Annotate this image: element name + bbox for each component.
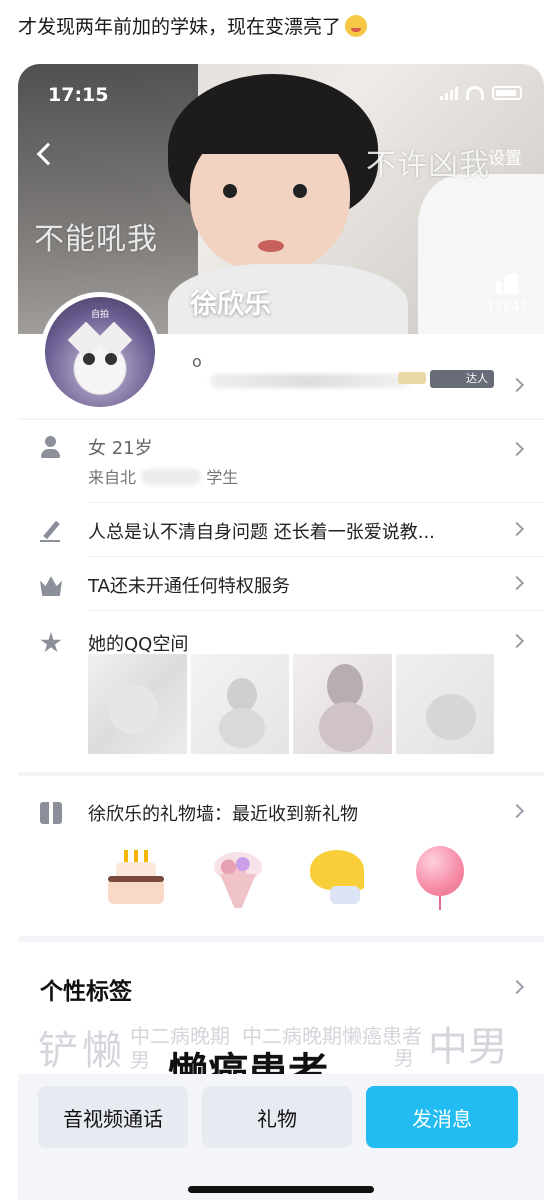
qzone-photos[interactable]: [88, 654, 494, 754]
basic-info-line2: 来自北: [88, 468, 137, 487]
basic-info-line1: 女 21岁: [88, 438, 153, 459]
like-count: 11841: [486, 300, 528, 315]
level-dot: o: [192, 352, 202, 371]
chevron-right-icon: [509, 575, 525, 591]
tag-word: 懒: [82, 1028, 122, 1074]
crown-icon: [40, 576, 62, 596]
expert-badge: 达人: [430, 370, 494, 388]
ginkgo-leaf-icon[interactable]: [306, 846, 370, 910]
qzone-photo[interactable]: [88, 654, 187, 754]
tag-word: 中男: [428, 1024, 508, 1070]
qzone-title: 她的QQ空间: [88, 634, 189, 655]
battery-icon: [492, 86, 522, 100]
thumbs-up-icon: [496, 272, 519, 294]
gift-button[interactable]: 礼物: [202, 1086, 352, 1148]
level-icons-blurred: [210, 374, 410, 388]
cover-overlay-left: 不能吼我: [34, 222, 158, 257]
basic-info-line2-tail: 学生: [206, 468, 239, 487]
signature-text: 人总是认不清自身问题 还长着一张爱说教...: [88, 522, 435, 543]
wifi-icon: [466, 86, 484, 100]
star-icon: [40, 632, 62, 653]
qzone-photo[interactable]: [293, 654, 392, 754]
avatar[interactable]: 自拍: [40, 292, 160, 412]
profile-name: 徐欣乐: [190, 289, 271, 320]
send-message-button[interactable]: 发消息: [366, 1086, 518, 1148]
privilege-row[interactable]: TA还未开通任何特权服务: [18, 558, 544, 610]
tag-word: 铲: [38, 1028, 78, 1074]
chevron-right-icon: [509, 803, 525, 819]
tag-word: 男: [130, 1048, 150, 1072]
signal-icon: [440, 86, 458, 100]
caption-text: 才发现两年前加的学妹，现在变漂亮了: [18, 16, 342, 38]
flower-bouquet-icon[interactable]: [206, 846, 270, 910]
phone-screenshot: 不能吼我 不许凶我 17:15 设置 11841 徐欣乐 自拍 o 达人 女 2…: [18, 64, 544, 1200]
yum-emoji-icon: [345, 15, 368, 37]
like-button[interactable]: 11841: [487, 272, 528, 315]
gift-icon: [40, 802, 62, 824]
chevron-right-icon: [509, 633, 525, 649]
gift-wall-row[interactable]: 徐欣乐的礼物墙：最近收到新礼物: [18, 786, 544, 838]
basic-info-row[interactable]: 女 21岁 来自北 学生: [18, 420, 544, 498]
birthday-cake-icon[interactable]: [104, 846, 168, 910]
signature-row[interactable]: 人总是认不清自身问题 还长着一张爱说教...: [18, 504, 544, 556]
chevron-right-icon: [509, 441, 525, 457]
qzone-photo[interactable]: [190, 654, 289, 754]
tag-word: 男: [394, 1046, 414, 1070]
person-icon: [40, 436, 62, 458]
level-row[interactable]: o 达人: [192, 352, 526, 392]
qzone-photo[interactable]: [395, 654, 494, 754]
balloon-icon[interactable]: [408, 846, 472, 910]
settings-button[interactable]: 设置: [488, 144, 522, 169]
privilege-text: TA还未开通任何特权服务: [88, 576, 290, 597]
av-call-button[interactable]: 音视频通话: [38, 1086, 188, 1148]
pen-icon: [40, 520, 62, 542]
crown-icon: [398, 372, 426, 384]
tags-title[interactable]: 个性标签: [40, 972, 132, 1006]
gift-list: [18, 836, 544, 926]
avatar-tag: 自拍: [90, 310, 109, 320]
home-indicator: [188, 1186, 374, 1193]
status-bar: 17:15: [48, 84, 522, 108]
gift-wall-title: 徐欣乐的礼物墙：最近收到新礼物: [88, 804, 358, 825]
cover-overlay-right: 不许凶我: [366, 148, 490, 183]
post-caption: 才发现两年前加的学妹，现在变漂亮了: [18, 12, 368, 39]
action-bar: 音视频通话 礼物 发消息: [18, 1074, 544, 1200]
chevron-right-icon: [509, 521, 525, 537]
status-time: 17:15: [48, 84, 109, 106]
